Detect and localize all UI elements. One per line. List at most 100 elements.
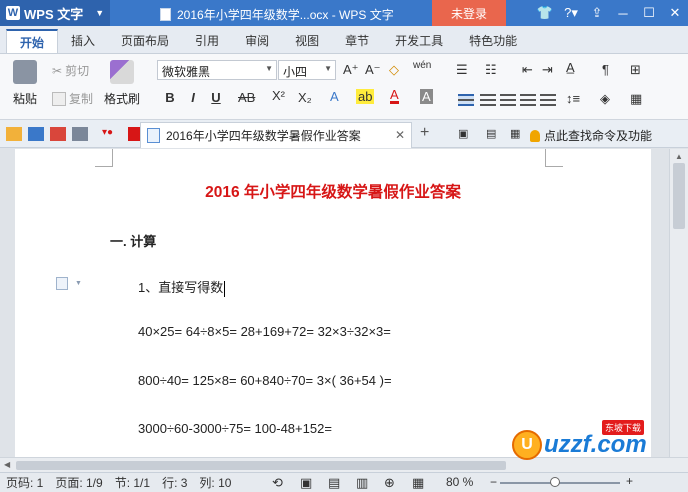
minimize-icon[interactable]: ─: [610, 6, 636, 21]
font-color-icon[interactable]: A: [390, 88, 399, 104]
border-icon[interactable]: ▦: [630, 91, 642, 107]
scroll-left-icon[interactable]: ◀: [4, 460, 10, 469]
paste-button[interactable]: 粘贴: [8, 60, 42, 107]
numbered-list-icon[interactable]: ☷: [485, 62, 497, 78]
status-row: 行: 3: [162, 476, 188, 490]
change-case-icon[interactable]: A̲: [566, 60, 575, 75]
tab-view[interactable]: 视图: [282, 29, 332, 53]
zoom-out-icon[interactable]: −: [490, 475, 497, 489]
format-painter-button[interactable]: 格式刷: [102, 60, 142, 107]
paragraph-line1[interactable]: 40×25= 64÷8×5= 28+169+72= 32×3÷32×3=: [138, 324, 391, 339]
close-tab-icon[interactable]: ✕: [395, 128, 405, 142]
tile-icon[interactable]: ▤: [486, 127, 496, 140]
distribute-icon[interactable]: [540, 94, 556, 106]
zoom-slider[interactable]: [500, 482, 620, 484]
copy-label: 复制: [69, 92, 94, 106]
login-button[interactable]: 未登录: [432, 0, 506, 26]
tab-page-layout[interactable]: 页面布局: [108, 29, 182, 53]
font-size-value: 小四: [283, 65, 308, 79]
paragraph-item1[interactable]: 1、直接写得数: [138, 277, 226, 297]
paragraph-line3[interactable]: 3000÷60-3000÷75= 100-48+152=: [138, 421, 332, 436]
italic-icon[interactable]: I: [183, 90, 203, 105]
subscript-icon[interactable]: X₂: [298, 90, 312, 105]
new-tab-icon[interactable]: +: [420, 124, 429, 142]
document-tab-label: 2016年小学四年级数学暑假作业答案: [166, 129, 361, 143]
char-shading-icon[interactable]: A: [420, 89, 433, 104]
paragraph-layout-icon[interactable]: [56, 277, 68, 290]
scroll-thumb[interactable]: [16, 461, 506, 470]
shrink-font-icon[interactable]: A⁻: [365, 62, 381, 78]
table-icon[interactable]: ⊞: [630, 62, 641, 78]
show-marks-icon[interactable]: ¶: [602, 62, 609, 77]
export-pdf-icon[interactable]: [50, 126, 66, 141]
text-effect-icon[interactable]: A: [330, 89, 339, 104]
save-icon[interactable]: [28, 126, 44, 141]
clear-format-icon[interactable]: ◇: [389, 62, 399, 78]
zoom-in-icon[interactable]: +: [626, 474, 633, 488]
align-center-icon[interactable]: [480, 94, 496, 106]
wps-logo-icon: W: [6, 6, 20, 20]
cut-button[interactable]: ✂ 剪切: [52, 62, 89, 79]
help-icon[interactable]: ?▾: [558, 5, 584, 21]
scroll-up-icon[interactable]: ▲: [675, 152, 683, 161]
shirt-icon[interactable]: 👕: [532, 5, 558, 21]
font-name-select[interactable]: 微软雅黑 ▼: [157, 60, 277, 80]
increase-indent-icon[interactable]: ⇥: [542, 62, 553, 78]
zoom-level[interactable]: 80 %: [446, 475, 473, 489]
word-doc-icon: [147, 128, 160, 143]
tab-references[interactable]: 引用: [182, 29, 232, 53]
tab-special[interactable]: 特色功能: [456, 29, 530, 53]
grid-icon[interactable]: ▦: [510, 127, 520, 140]
open-folder-icon[interactable]: [6, 126, 22, 141]
copy-button[interactable]: 复制: [52, 90, 93, 107]
strikethrough-icon[interactable]: AB: [238, 90, 255, 105]
outline-view-icon[interactable]: ▦: [412, 475, 424, 491]
scroll-thumb[interactable]: [673, 163, 685, 229]
tab-home[interactable]: 开始: [6, 29, 59, 53]
tab-chapter[interactable]: 章节: [332, 29, 382, 53]
bullet-list-icon[interactable]: ☰: [456, 62, 468, 78]
web-view-icon[interactable]: ⊕: [384, 475, 395, 491]
dropdown-icon[interactable]: ▾●: [102, 127, 118, 141]
ribbon-tabs: 开始 插入 页面布局 引用 审阅 视图 章节 开发工具 特色功能: [0, 26, 688, 54]
text-cursor: [224, 280, 226, 297]
font-size-select[interactable]: 小四 ▼: [278, 60, 336, 80]
ribbon: 粘贴 ✂ 剪切 复制 格式刷 微软雅黑 ▼ 小四 ▼ A⁺ A⁻ ◇ wén B…: [0, 54, 688, 120]
status-pages[interactable]: 页面: 1/9: [55, 474, 102, 491]
phonetic-guide-icon[interactable]: wén: [413, 60, 431, 71]
paragraph-shading-icon[interactable]: ◈: [600, 91, 610, 107]
tab-insert[interactable]: 插入: [58, 29, 108, 53]
track-changes-icon[interactable]: ⟲: [272, 475, 283, 491]
reading-mode-icon[interactable]: ▣: [300, 475, 312, 491]
document-page[interactable]: 2016 年小学四年级数学暑假作业答案 一. 计算 ▼ 1、直接写得数 40×2…: [15, 149, 651, 457]
justify-icon[interactable]: [520, 94, 536, 106]
line-spacing-icon[interactable]: ↕≡: [566, 91, 580, 106]
close-icon[interactable]: ✕: [662, 5, 688, 21]
zoom-slider-handle[interactable]: [550, 477, 560, 487]
full-screen-icon[interactable]: ▥: [356, 475, 368, 491]
status-bar: 页码: 1 页面: 1/9 节: 1/1 行: 3 列: 10 ⟲ ▣ ▤ ▥ …: [0, 472, 688, 492]
decrease-indent-icon[interactable]: ⇤: [522, 62, 533, 78]
app-menu-button[interactable]: W WPS 文字 ▼: [0, 0, 111, 26]
align-left-icon[interactable]: [458, 94, 474, 106]
document-title: 2016 年小学四年级数学暑假作业答案: [205, 184, 461, 201]
vertical-scrollbar[interactable]: ▲: [669, 149, 688, 457]
window-icon[interactable]: ▣: [458, 127, 468, 140]
bold-icon[interactable]: B: [160, 90, 180, 105]
highlight-icon[interactable]: ab: [356, 89, 375, 104]
paragraph-line2[interactable]: 800÷40= 125×8= 60+840÷70= 3×( 36+54 )=: [138, 373, 392, 388]
tab-developer[interactable]: 开发工具: [382, 29, 456, 53]
find-command-box[interactable]: 点此查找命令及功能: [530, 127, 652, 144]
more-icon[interactable]: [72, 126, 88, 141]
underline-icon[interactable]: U: [206, 90, 226, 105]
grow-font-icon[interactable]: A⁺: [343, 62, 359, 78]
tab-review[interactable]: 审阅: [232, 29, 282, 53]
superscript-icon[interactable]: X²: [272, 88, 285, 103]
document-tab[interactable]: 2016年小学四年级数学暑假作业答案 ✕: [140, 122, 412, 148]
scissors-icon: ✂: [52, 63, 63, 78]
document-workspace[interactable]: 2016 年小学四年级数学暑假作业答案 一. 计算 ▼ 1、直接写得数 40×2…: [0, 149, 688, 457]
restore-window-icon[interactable]: ⇪: [584, 5, 610, 21]
align-right-icon[interactable]: [500, 94, 516, 106]
maximize-icon[interactable]: ☐: [636, 5, 662, 21]
page-view-icon[interactable]: ▤: [328, 475, 340, 491]
